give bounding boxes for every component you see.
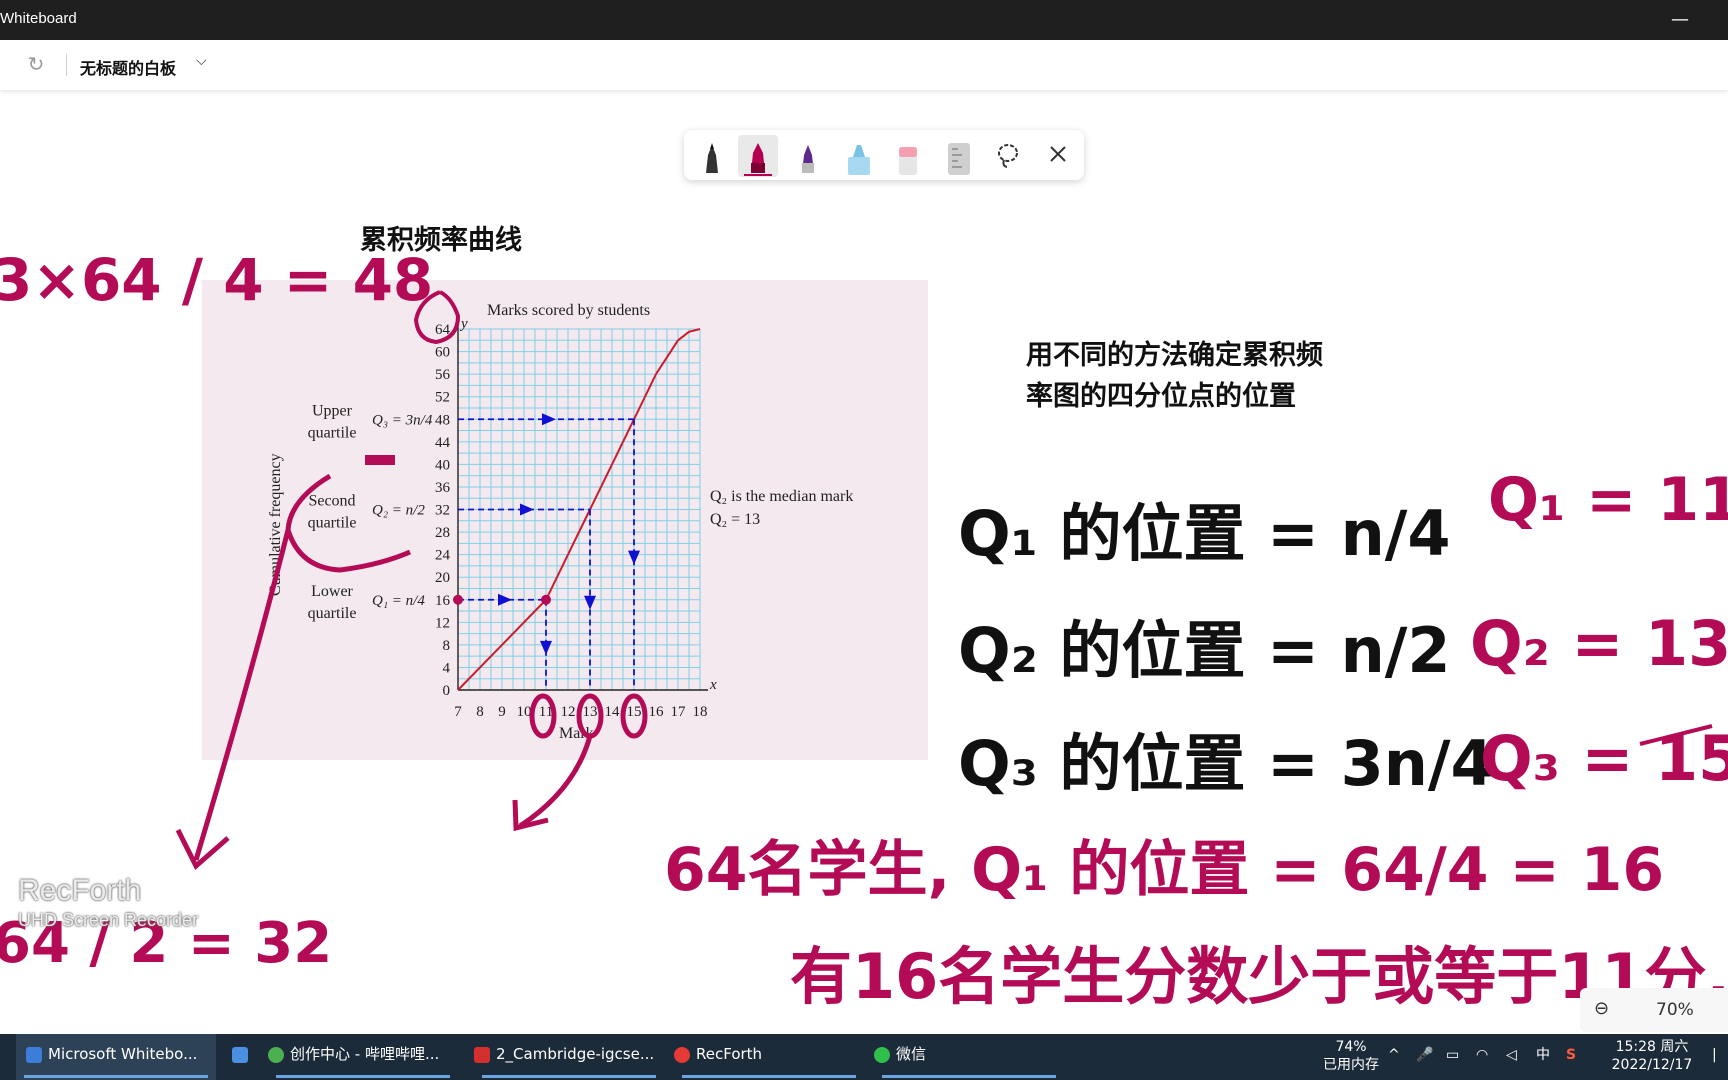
handwriting-line-4: 64名学生, Q₁ 的位置 = 64/4 = 16	[664, 835, 1664, 905]
browser-icon	[268, 1046, 284, 1063]
pinned-app-icon	[232, 1046, 248, 1063]
handwriting-q2-position: Q₂ 的位置 = n/2	[958, 614, 1451, 687]
clock-time: 15:28 周六	[1615, 1039, 1689, 1055]
clock-date: 2022/12/17	[1611, 1057, 1693, 1073]
wifi-icon[interactable]: ◠	[1476, 1046, 1488, 1064]
taskbar-item-label: 2_Cambridge-igcse...	[496, 1045, 655, 1063]
handwriting-q3-value: Q₃ = 15	[1480, 722, 1728, 795]
pdf-reader-icon	[474, 1046, 490, 1063]
input-method-indicator[interactable]: 中	[1536, 1046, 1550, 1064]
zoom-out-icon[interactable]: ⊖	[1594, 998, 1609, 1019]
wechat-icon	[874, 1046, 890, 1063]
zoom-control[interactable]: ⊖ 70%	[1580, 988, 1728, 1032]
taskbar-item-wechat[interactable]: 微信	[874, 1034, 1064, 1080]
microphone-icon[interactable]: 🎤	[1416, 1046, 1433, 1064]
memory-percent: 74%	[1335, 1039, 1367, 1055]
memory-indicator[interactable]: 74% 已用内存	[1316, 1038, 1386, 1074]
sogou-ime-icon[interactable]: S	[1566, 1046, 1576, 1064]
handwriting-q1-position: Q₁ 的位置 = n/4	[958, 497, 1451, 570]
watermark-subtitle: UHD Screen Recorder	[18, 910, 199, 930]
whiteboard-app-icon	[26, 1046, 42, 1063]
taskbar: Microsoft Whitebo... 创作中心 - 哔哩哔哩... 2_Ca…	[0, 1034, 1728, 1080]
taskbar-item-pdf[interactable]: 2_Cambridge-igcse...	[474, 1034, 664, 1080]
handwriting-top-left: 3×64 / 4 = 48	[0, 246, 433, 314]
taskbar-item-label: Microsoft Whitebo...	[48, 1045, 198, 1063]
zoom-level: 70%	[1656, 1000, 1694, 1020]
handwriting-q3-position: Q₃ 的位置 = 3n/4	[958, 727, 1494, 800]
taskbar-item-label: RecForth	[696, 1045, 763, 1063]
show-desktop-button[interactable]: |	[1712, 1046, 1717, 1064]
taskbar-item-recforth[interactable]: RecForth	[674, 1034, 864, 1080]
chevron-up-icon[interactable]: ^	[1388, 1046, 1400, 1064]
clock[interactable]: 15:28 周六 2022/12/17	[1600, 1038, 1704, 1074]
taskbar-item-label: 创作中心 - 哔哩哔哩...	[290, 1045, 440, 1063]
memory-label: 已用内存	[1323, 1057, 1379, 1073]
watermark-title: RecForth	[18, 874, 142, 907]
taskbar-item-pinned[interactable]	[226, 1034, 260, 1080]
recorder-icon	[674, 1046, 690, 1063]
taskbar-item-bilibili[interactable]: 创作中心 - 哔哩哔哩...	[268, 1034, 458, 1080]
ink-layer: 3×64 / 4 = 48 64 / 2 = 32 Q₁ 的位置 = n/4 Q…	[0, 246, 1728, 1013]
handwriting-q1-value: Q₁ = 11	[1488, 465, 1728, 535]
taskbar-item-label: 微信	[896, 1045, 927, 1063]
volume-icon[interactable]: ◁	[1506, 1046, 1517, 1064]
taskbar-item-whiteboard[interactable]: Microsoft Whitebo...	[16, 1034, 216, 1080]
handwriting-q2-value: Q₂ = 13	[1470, 607, 1728, 680]
battery-icon[interactable]: ▭	[1446, 1046, 1459, 1064]
